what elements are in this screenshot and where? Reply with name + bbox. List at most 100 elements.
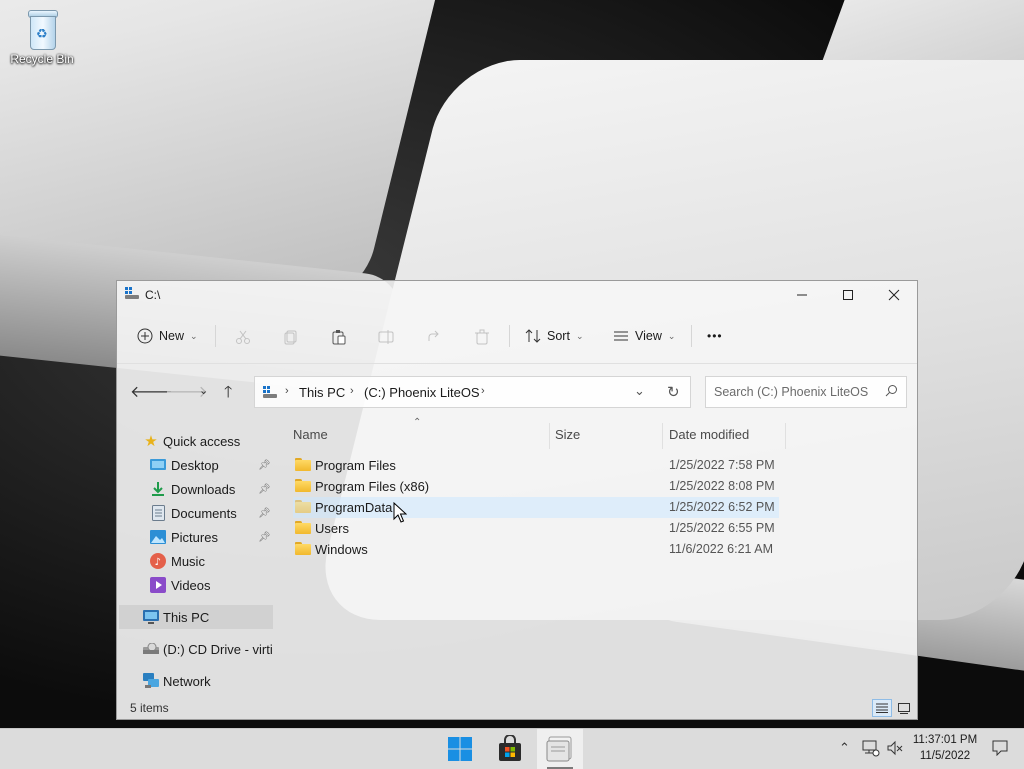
network-status-icon[interactable] — [862, 739, 880, 757]
recent-locations-button[interactable]: ⌄ — [199, 384, 208, 397]
nav-item-cd-drive[interactable]: (D:) CD Drive - virti — [117, 637, 275, 661]
new-button-label: New — [159, 329, 185, 343]
cut-icon[interactable] — [235, 329, 251, 345]
navigation-pane: ★ Quick access Desktop 📌︎ Downloads 📌︎ D… — [117, 419, 277, 699]
nav-item-label: Documents — [171, 505, 237, 521]
nav-item-label: Quick access — [163, 433, 241, 449]
file-explorer-window: C:\ New ⌄ Sort ⌄ View ⌄ ••• 🡐 🡒 ⌄ 🡑 › Th… — [116, 280, 918, 720]
nav-item-desktop[interactable]: Desktop 📌︎ — [117, 453, 275, 477]
videos-icon — [150, 577, 166, 593]
folder-icon — [295, 479, 311, 492]
details-view-button[interactable] — [872, 699, 892, 717]
see-more-button[interactable]: ••• — [707, 323, 723, 349]
drive-icon — [125, 287, 139, 299]
file-name: Users — [315, 521, 349, 536]
nav-item-label: Network — [163, 673, 211, 689]
pin-icon: 📌︎ — [258, 459, 271, 471]
nav-item-label: Music — [171, 553, 205, 569]
store-button[interactable] — [487, 729, 533, 769]
file-row[interactable]: ProgramData 1/25/2022 6:52 PM — [293, 497, 779, 518]
view-icon — [614, 331, 628, 341]
start-icon — [448, 737, 472, 761]
downloads-icon — [150, 481, 166, 497]
pin-icon: 📌︎ — [258, 507, 271, 519]
nav-item-downloads[interactable]: Downloads 📌︎ — [117, 477, 275, 501]
nav-item-pictures[interactable]: Pictures 📌︎ — [117, 525, 275, 549]
nav-item-quick-access[interactable]: ★ Quick access — [117, 429, 275, 453]
file-name: Program Files — [315, 458, 396, 473]
file-row[interactable]: Program Files (x86) 1/25/2022 8:08 PM — [293, 476, 779, 497]
address-dropdown-icon[interactable]: ⌄ — [634, 383, 645, 399]
folder-icon — [295, 521, 311, 534]
sort-ascending-icon: ⌃ — [413, 417, 422, 428]
nav-item-videos[interactable]: Videos — [117, 573, 275, 597]
new-plus-icon — [137, 328, 153, 344]
nav-item-network[interactable]: Network — [117, 669, 275, 693]
clock-time: 11:37:01 PM — [912, 734, 978, 746]
chevron-down-icon: ⌄ — [190, 330, 198, 341]
nav-item-documents[interactable]: Documents 📌︎ — [117, 501, 275, 525]
desktop-icon-label: Recycle Bin — [10, 52, 74, 66]
column-divider[interactable] — [549, 423, 550, 449]
address-bar[interactable]: › This PC › (C:) Phoenix LiteOS › ⌄ ↻ — [254, 376, 691, 408]
minimize-button[interactable] — [779, 281, 825, 309]
sort-button-label: Sort — [547, 329, 570, 343]
file-date: 1/25/2022 6:52 PM — [669, 500, 775, 514]
notification-center-icon[interactable] — [992, 740, 1008, 756]
show-hidden-icons-button[interactable]: ⌃ — [839, 740, 850, 756]
view-button-label: View — [635, 329, 662, 343]
maximize-button[interactable] — [825, 281, 871, 309]
file-date: 1/25/2022 6:55 PM — [669, 521, 775, 535]
large-icons-view-icon — [898, 702, 910, 714]
documents-icon — [150, 505, 166, 521]
delete-icon[interactable] — [474, 329, 490, 345]
copy-icon[interactable] — [283, 329, 299, 345]
column-header-size[interactable]: Size — [555, 427, 580, 442]
close-button[interactable] — [871, 281, 917, 309]
start-button[interactable] — [437, 729, 483, 769]
minimize-icon — [797, 294, 807, 296]
more-icon: ••• — [707, 329, 723, 343]
file-row[interactable]: Users 1/25/2022 6:55 PM — [293, 518, 779, 539]
search-input[interactable]: Search (C:) Phoenix LiteOS — [705, 376, 907, 408]
file-explorer-taskbar-button[interactable] — [537, 729, 583, 769]
sort-button[interactable]: Sort ⌄ — [525, 323, 583, 349]
column-header-date-modified[interactable]: Date modified — [669, 427, 749, 442]
sort-icon — [525, 329, 541, 343]
clock-date: 11/5/2022 — [919, 750, 971, 762]
search-placeholder: Search (C:) Phoenix LiteOS — [714, 385, 869, 399]
file-row[interactable]: Windows 11/6/2022 6:21 AM — [293, 539, 779, 560]
folder-icon — [295, 500, 311, 513]
column-divider[interactable] — [785, 423, 786, 449]
desktop-icon — [150, 457, 166, 473]
pin-icon: 📌︎ — [258, 531, 271, 543]
desktop-icon-recycle-bin[interactable]: ♻ Recycle Bin — [4, 4, 80, 66]
column-header-name[interactable]: Name — [293, 427, 328, 442]
volume-muted-icon[interactable] — [887, 740, 903, 756]
share-icon[interactable] — [426, 329, 442, 345]
nav-item-music[interactable]: ♪ Music — [117, 549, 275, 573]
file-row[interactable]: Program Files 1/25/2022 7:58 PM — [293, 455, 779, 476]
view-button[interactable]: View ⌄ — [613, 323, 675, 349]
refresh-icon[interactable]: ↻ — [667, 383, 680, 401]
nav-item-label: (D:) CD Drive - virti — [163, 641, 273, 657]
up-button[interactable]: 🡑 — [224, 381, 232, 408]
file-date: 11/6/2022 6:21 AM — [669, 542, 774, 556]
breadcrumb-c-drive[interactable]: (C:) Phoenix LiteOS — [364, 385, 480, 400]
new-button[interactable]: New ⌄ — [137, 323, 198, 349]
chevron-down-icon: ⌄ — [575, 330, 584, 341]
large-icons-view-button[interactable] — [894, 699, 914, 717]
title-bar[interactable]: C:\ — [117, 281, 917, 309]
address-row: 🡐 🡒 ⌄ 🡑 › This PC › (C:) Phoenix LiteOS … — [117, 363, 917, 419]
breadcrumb-this-pc[interactable]: This PC — [299, 385, 345, 400]
network-icon — [143, 673, 159, 689]
toolbar-divider — [509, 325, 510, 347]
nav-item-this-pc[interactable]: This PC — [119, 605, 273, 629]
maximize-icon — [843, 290, 853, 300]
file-name: Program Files (x86) — [315, 479, 430, 494]
paste-icon[interactable] — [331, 329, 347, 345]
rename-icon[interactable] — [378, 329, 394, 345]
system-clock[interactable]: 11:37:01 PM 11/5/2022 — [905, 732, 985, 764]
column-divider[interactable] — [662, 423, 663, 449]
status-bar: 5 items — [117, 699, 917, 719]
